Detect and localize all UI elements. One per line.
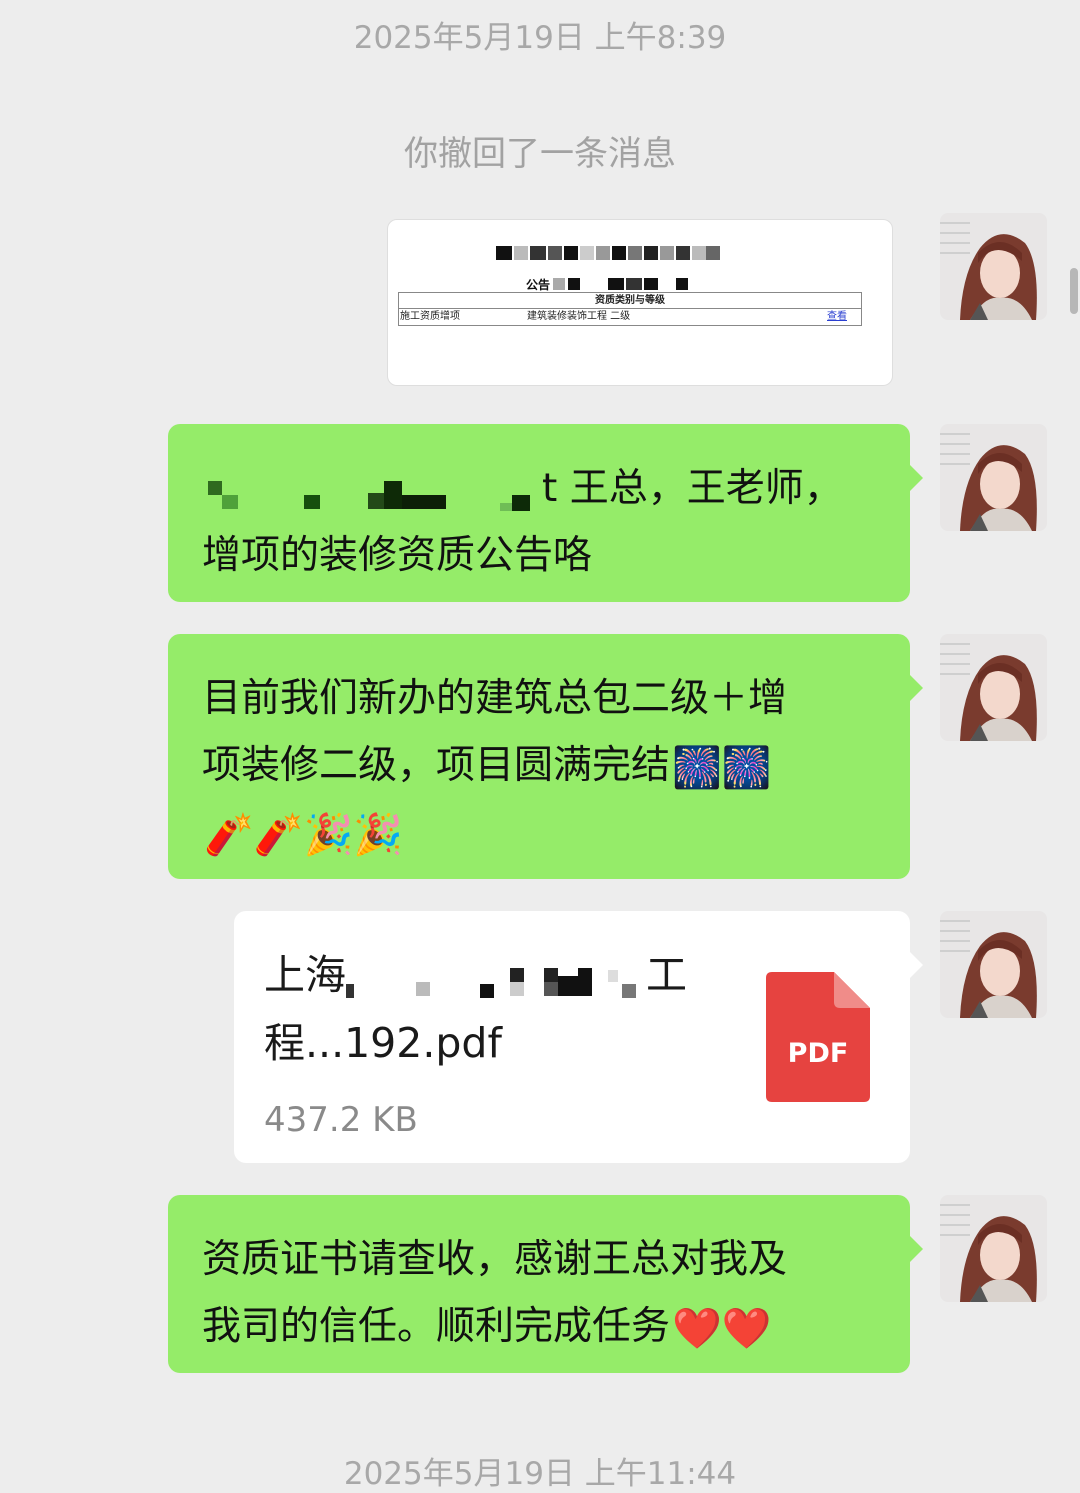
scrollbar[interactable] bbox=[1070, 268, 1078, 314]
message-line: 项装修二级，项目圆满完结🎆🎆 bbox=[202, 732, 876, 799]
file-name-suffix: 工 bbox=[646, 951, 687, 999]
file-size: 437.2 KB bbox=[264, 1100, 418, 1140]
avatar-image bbox=[940, 911, 1047, 1018]
avatar-image bbox=[940, 634, 1047, 741]
avatar[interactable] bbox=[940, 424, 1047, 531]
message-bubble[interactable]: 资质证书请查收，感谢王总对我及 我司的信任。顺利完成任务❤️❤️ bbox=[168, 1195, 923, 1373]
timestamp: 2025年5月19日 上午8:39 bbox=[353, 20, 727, 56]
pixelated-redaction bbox=[208, 480, 530, 511]
message-line: t 王总，王老师， bbox=[202, 455, 876, 522]
heart-icon: ❤️❤️ bbox=[672, 1305, 772, 1352]
avatar[interactable] bbox=[940, 213, 1047, 320]
table-row: 施工资质增项 建筑装修装饰工程 二级 查看 bbox=[399, 309, 861, 325]
image-message[interactable]: 公告 资质类别与等级 施工资质增项 建筑装修装饰工程 二级 查看 bbox=[387, 219, 893, 386]
avatar[interactable] bbox=[940, 1195, 1047, 1302]
message-line: 资质证书请查收，感谢王总对我及 bbox=[202, 1237, 788, 1282]
avatar[interactable] bbox=[940, 911, 1047, 1018]
timestamp: 2025年5月19日 上午11:44 bbox=[343, 1456, 737, 1492]
table-cell: 施工资质增项 bbox=[400, 311, 460, 322]
firecracker-party-icon: 🧨🧨🎉🎉 bbox=[204, 811, 404, 858]
recall-notice: 你撤回了一条消息 bbox=[404, 134, 676, 174]
file-name: 上海 工 程...192.pdf bbox=[264, 941, 687, 1077]
doc-title: 公告 bbox=[526, 278, 551, 292]
message-bubble[interactable]: t 王总，王老师， 增项的装修资质公告咯 bbox=[168, 424, 923, 602]
table-header: 资质类别与等级 bbox=[399, 293, 861, 309]
pixelated-redaction bbox=[346, 968, 636, 998]
file-name-prefix: 上海 bbox=[264, 951, 346, 999]
pixelated-redaction bbox=[496, 246, 720, 290]
avatar-image bbox=[940, 1195, 1047, 1302]
message-line: 🧨🧨🎉🎉 bbox=[202, 799, 876, 866]
avatar-image bbox=[940, 213, 1047, 320]
message-line: 增项的装修资质公告咯 bbox=[202, 533, 593, 578]
message-text: 项装修二级，项目圆满完结 bbox=[202, 743, 671, 788]
qualification-table: 资质类别与等级 施工资质增项 建筑装修装饰工程 二级 查看 bbox=[398, 292, 862, 326]
message-line: 目前我们新办的建筑总包二级＋增 bbox=[202, 676, 788, 721]
avatar-image bbox=[940, 424, 1047, 531]
pdf-file-icon: PDF bbox=[766, 972, 870, 1102]
view-link[interactable]: 查看 bbox=[827, 309, 847, 325]
message-text: t 王总，王老师， bbox=[542, 466, 843, 511]
fireworks-icon: 🎆🎆 bbox=[672, 744, 772, 791]
avatar[interactable] bbox=[940, 634, 1047, 741]
message-bubble[interactable]: 目前我们新办的建筑总包二级＋增 项装修二级，项目圆满完结🎆🎆 🧨🧨🎉🎉 bbox=[168, 634, 923, 879]
message-text: 我司的信任。顺利完成任务 bbox=[202, 1304, 671, 1349]
message-line: 我司的信任。顺利完成任务❤️❤️ bbox=[202, 1293, 876, 1360]
file-name-line2: 程...192.pdf bbox=[264, 1019, 502, 1067]
table-cell: 建筑装修装饰工程 二级 bbox=[527, 311, 631, 322]
pdf-icon-label: PDF bbox=[788, 1038, 849, 1069]
